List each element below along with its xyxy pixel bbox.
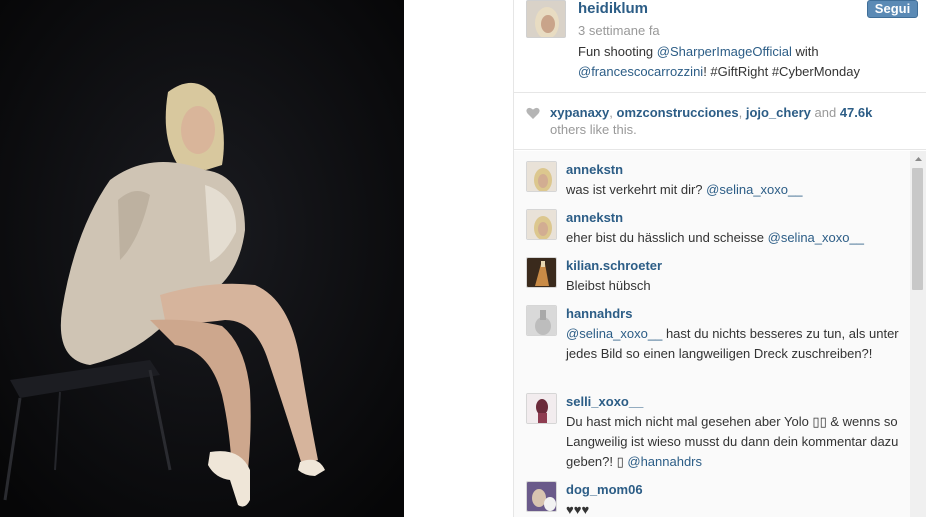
mention-link[interactable]: @selina_xoxo__ bbox=[706, 182, 802, 197]
likes-text: xypanaxy, omzconstrucciones, jojo_chery … bbox=[550, 105, 873, 137]
likes-count[interactable]: 47.6k bbox=[840, 105, 873, 120]
mention-link[interactable]: @SharperImageOfficial bbox=[657, 44, 792, 59]
commenter-avatar[interactable] bbox=[526, 305, 557, 336]
follow-button[interactable]: Segui bbox=[867, 0, 918, 18]
text-segment: Du hast mich nicht mal gesehen aber Yolo… bbox=[566, 414, 899, 469]
likes-suffix: others like this. bbox=[550, 122, 637, 137]
commenter-avatar[interactable] bbox=[526, 209, 557, 240]
liker-link[interactable]: jojo_chery bbox=[746, 105, 811, 120]
comment-text: @selina_xoxo__ hast du nichts besseres z… bbox=[566, 324, 904, 364]
mention-link[interactable]: @selina_xoxo__ bbox=[566, 326, 662, 341]
commenter-avatar[interactable] bbox=[526, 257, 557, 288]
post-timestamp: 3 settimane fa bbox=[578, 23, 660, 38]
commenter-avatar[interactable] bbox=[526, 481, 557, 512]
comment-text: ♥♥♥ bbox=[566, 500, 904, 517]
liker-link[interactable]: omzconstrucciones bbox=[617, 105, 739, 120]
author-avatar[interactable] bbox=[526, 0, 566, 38]
likes-section: xypanaxy, omzconstrucciones, jojo_chery … bbox=[514, 93, 926, 150]
comment-text: was ist verkehrt mit dir? @selina_xoxo__ bbox=[566, 180, 904, 200]
comment-username[interactable]: dog_mom06 bbox=[566, 481, 643, 498]
photo-image bbox=[0, 0, 404, 517]
scroll-up-icon[interactable] bbox=[910, 153, 926, 165]
likes-and: and bbox=[814, 105, 837, 120]
post-sidebar: heidiklum 3 settimane fa Fun shooting @S… bbox=[513, 0, 926, 517]
heart-icon[interactable] bbox=[526, 107, 540, 119]
comment-username[interactable]: kilian.schroeter bbox=[566, 257, 662, 274]
post-photo[interactable] bbox=[0, 0, 404, 517]
text-segment: Fun shooting bbox=[578, 44, 657, 59]
comments-scrollbar[interactable] bbox=[910, 151, 926, 517]
post-caption: Fun shooting @SharperImageOfficial with … bbox=[578, 42, 908, 82]
comment-username[interactable]: hannahdrs bbox=[566, 305, 632, 322]
author-username[interactable]: heidiklum bbox=[578, 0, 648, 18]
text-segment: was ist verkehrt mit dir? bbox=[566, 182, 707, 197]
liker-link[interactable]: xypanaxy bbox=[550, 105, 609, 120]
mention-link[interactable]: @hannahdrs bbox=[627, 454, 702, 469]
mention-link[interactable]: @francescocarrozzini bbox=[578, 64, 703, 79]
comment-text: Du hast mich nicht mal gesehen aber Yolo… bbox=[566, 412, 904, 472]
comment-list: annekstn was ist verkehrt mit dir? @seli… bbox=[514, 151, 926, 517]
text-segment: ♥♥♥ bbox=[566, 502, 590, 517]
scroll-thumb[interactable] bbox=[912, 168, 923, 290]
mention-link[interactable]: @selina_xoxo__ bbox=[768, 230, 864, 245]
commenter-avatar[interactable] bbox=[526, 161, 557, 192]
commenter-avatar[interactable] bbox=[526, 393, 557, 424]
text-segment: ! #GiftRight #CyberMonday bbox=[703, 64, 860, 79]
text-segment: Bleibst hübsch bbox=[566, 278, 651, 293]
comment-username[interactable]: annekstn bbox=[566, 209, 623, 226]
comment-text: Bleibst hübsch bbox=[566, 276, 904, 296]
comment-username[interactable]: selli_xoxo__ bbox=[566, 393, 643, 410]
text-segment: with bbox=[791, 44, 819, 59]
comment-username[interactable]: annekstn bbox=[566, 161, 623, 178]
comment-text: eher bist du hässlich und scheisse @seli… bbox=[566, 228, 904, 248]
post-header: heidiklum 3 settimane fa Fun shooting @S… bbox=[514, 0, 926, 93]
text-segment: eher bist du hässlich und scheisse bbox=[566, 230, 768, 245]
